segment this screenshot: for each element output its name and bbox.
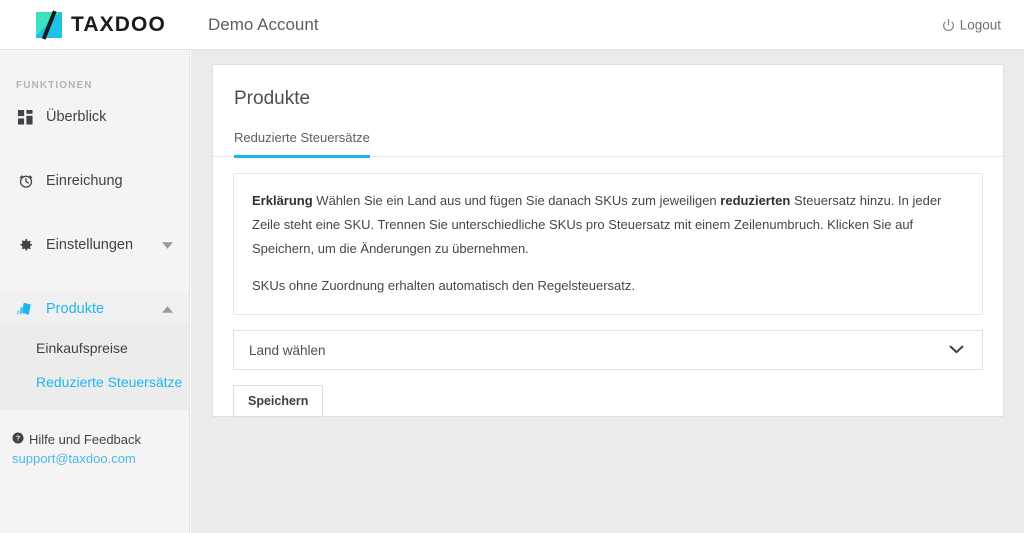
- chevron-down-icon[interactable]: [949, 341, 964, 359]
- chevron-up-icon[interactable]: [162, 300, 173, 318]
- logout-button[interactable]: Logout: [942, 17, 1001, 32]
- gear-icon: [16, 236, 35, 255]
- nav-gap: [0, 261, 189, 293]
- sidebar-subitem-reduzierte-steuersaetze[interactable]: Reduzierte Steuersätze: [0, 365, 189, 399]
- question-circle-icon: ?: [12, 432, 24, 447]
- app-root: TAXDOO Demo Account Logout FUNKTIONEN Üb…: [0, 0, 1024, 533]
- main-content: Produkte Reduzierte Steuersätze Erklärun…: [191, 50, 1024, 533]
- dashboard-grid-icon: [16, 108, 35, 127]
- tab-bar: Reduzierte Steuersätze: [213, 129, 1003, 158]
- explanation-bold-reduzierten: reduzierten: [720, 193, 791, 208]
- country-select[interactable]: Land wählen: [233, 330, 983, 371]
- sidebar-item-label: Produkte: [46, 301, 105, 317]
- chevron-down-icon[interactable]: [162, 236, 173, 254]
- page-title: Produkte: [234, 88, 311, 109]
- power-icon: [942, 18, 955, 31]
- save-button[interactable]: Speichern: [233, 385, 324, 418]
- sidebar-item-einstellungen[interactable]: Einstellungen: [0, 229, 189, 261]
- logo-text: TAXDOO: [71, 12, 166, 36]
- explanation-bold-erklaerung: Erklärung: [252, 193, 313, 208]
- explanation-text-part-1: Wählen Sie ein Land aus und fügen Sie da…: [312, 193, 721, 208]
- help-block: ? Hilfe und Feedback support@taxdoo.com: [0, 410, 189, 466]
- nav-gap: [0, 197, 189, 229]
- sidebar-item-label: Einreichung: [46, 173, 123, 189]
- sidebar: FUNKTIONEN Überblick Einreichung Einstel…: [0, 50, 190, 533]
- tab-reduzierte-steuersaetze[interactable]: Reduzierte Steuersätze: [234, 130, 370, 158]
- explanation-paragraph-1: Erklärung Wählen Sie ein Land aus und fü…: [252, 189, 964, 261]
- sidebar-item-label: Überblick: [46, 109, 107, 125]
- sidebar-subitem-einkaufspreise[interactable]: Einkaufspreise: [0, 331, 189, 365]
- account-name: Demo Account: [208, 14, 319, 34]
- svg-text:?: ?: [16, 433, 21, 442]
- content-card: Produkte Reduzierte Steuersätze Erklärun…: [212, 64, 1004, 418]
- logout-label: Logout: [959, 17, 1001, 32]
- support-email-link[interactable]: support@taxdoo.com: [12, 451, 189, 466]
- sidebar-item-label: Einstellungen: [46, 237, 134, 253]
- explanation-panel: Erklärung Wählen Sie ein Land aus und fü…: [233, 173, 983, 316]
- boxes-icon: [16, 300, 35, 319]
- sidebar-submenu-produkte: Einkaufspreise Reduzierte Steuersätze: [0, 325, 189, 410]
- sidebar-section-title: FUNKTIONEN: [16, 80, 93, 91]
- logo[interactable]: TAXDOO: [0, 0, 190, 49]
- help-label: Hilfe und Feedback: [29, 431, 142, 447]
- top-bar: TAXDOO Demo Account Logout: [0, 0, 1024, 50]
- sidebar-item-einreichung[interactable]: Einreichung: [0, 165, 189, 197]
- sidebar-item-produkte[interactable]: Produkte: [0, 293, 189, 325]
- sidebar-item-uberblick[interactable]: Überblick: [0, 101, 189, 133]
- explanation-paragraph-2: SKUs ohne Zuordnung erhalten automatisch…: [252, 278, 636, 294]
- taxdoo-logo-icon: [36, 9, 62, 40]
- help-and-feedback[interactable]: ? Hilfe und Feedback: [12, 432, 189, 447]
- country-select-value: Land wählen: [249, 342, 326, 358]
- card-body: Erklärung Wählen Sie ein Land aus und fü…: [213, 157, 1003, 418]
- nav-gap: [0, 133, 189, 165]
- clock-icon: [16, 172, 35, 191]
